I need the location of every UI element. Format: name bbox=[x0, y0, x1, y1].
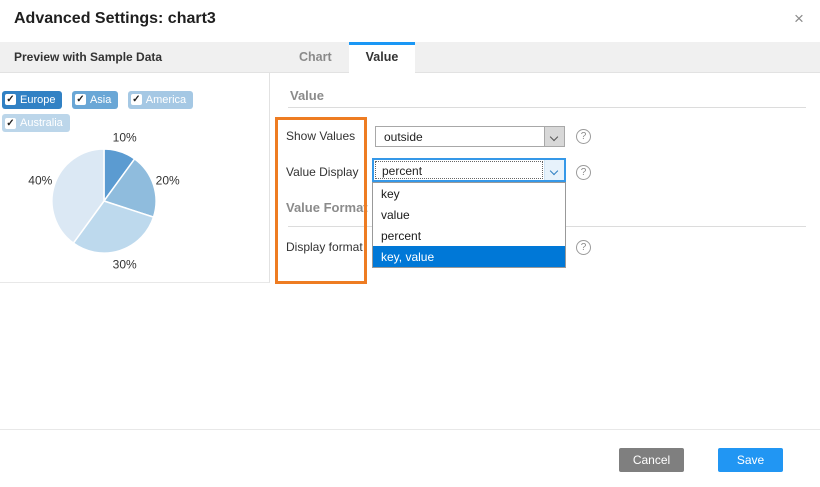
dropdown-option-key-value[interactable]: key, value bbox=[373, 246, 565, 267]
show-values-select[interactable]: outside bbox=[375, 126, 565, 147]
show-values-selected-value: outside bbox=[376, 127, 544, 146]
dropdown-option-value[interactable]: value bbox=[373, 204, 565, 225]
tab-chart[interactable]: Chart bbox=[282, 42, 349, 72]
pie-label: 30% bbox=[113, 258, 137, 272]
preview-panel-header: Preview with Sample Data bbox=[0, 42, 270, 72]
show-values-label: Show Values bbox=[286, 129, 355, 143]
value-display-label: Value Display bbox=[286, 165, 358, 179]
save-button[interactable]: Save bbox=[718, 448, 783, 472]
dialog-titlebar: Advanced Settings: chart3 × bbox=[0, 0, 820, 42]
dropdown-option-key[interactable]: key bbox=[373, 183, 565, 204]
header-strip: Preview with Sample Data Chart Value bbox=[0, 42, 820, 73]
footer-divider bbox=[0, 429, 820, 430]
preview-panel: ✓Europe ✓Asia ✓America ✓Australia 10%20%… bbox=[0, 73, 270, 283]
display-format-label: Display format bbox=[286, 240, 363, 254]
value-display-selected-value: percent bbox=[375, 161, 543, 179]
pie-chart-preview: 10% 20% 30% 40% bbox=[0, 73, 270, 283]
chevron-down-icon bbox=[550, 167, 558, 175]
help-icon-value-display[interactable]: ? bbox=[576, 165, 591, 180]
dropdown-option-percent[interactable]: percent bbox=[373, 225, 565, 246]
help-icon-display-format[interactable]: ? bbox=[576, 240, 591, 255]
pie-label: 40% bbox=[28, 173, 52, 187]
tab-value[interactable]: Value bbox=[349, 42, 416, 74]
cancel-button[interactable]: Cancel bbox=[619, 448, 684, 472]
dialog-title: Advanced Settings: chart3 bbox=[14, 10, 216, 28]
value-display-listbox: keyvaluepercentkey, value bbox=[372, 182, 566, 268]
section-heading-value-format: Value Format bbox=[286, 200, 368, 215]
chevron-down-icon bbox=[550, 133, 558, 141]
show-values-dropdown-button[interactable] bbox=[544, 127, 564, 146]
advanced-settings-dialog: Advanced Settings: chart3 × Preview with… bbox=[0, 0, 820, 487]
section-divider bbox=[288, 107, 806, 108]
help-icon-show-values[interactable]: ? bbox=[576, 129, 591, 144]
value-display-select[interactable]: percent bbox=[372, 158, 566, 182]
section-heading-value: Value bbox=[290, 88, 324, 103]
close-icon[interactable]: × bbox=[788, 8, 810, 30]
value-display-dropdown-button[interactable] bbox=[544, 160, 564, 180]
pie-label: 20% bbox=[156, 173, 180, 187]
tab-bar: Chart Value bbox=[270, 42, 415, 72]
pie-label: 10% bbox=[113, 130, 137, 144]
